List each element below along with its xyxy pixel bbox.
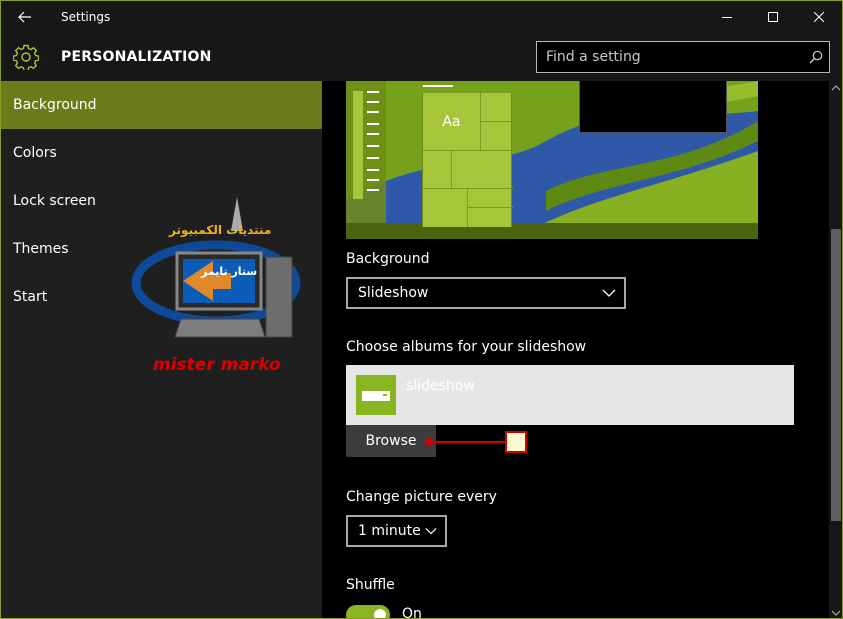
- watermark-caption: mister marko: [153, 355, 281, 375]
- scroll-thumb[interactable]: [831, 229, 841, 521]
- background-dropdown-value: Slideshow: [358, 285, 429, 301]
- interval-dropdown-value: 1 minute: [358, 523, 421, 539]
- settings-window: Settings PERSONALIZATION Backgro: [0, 0, 843, 619]
- shuffle-state: On: [402, 606, 422, 619]
- chevron-up-icon: [832, 85, 840, 91]
- album-title: slideshow: [406, 378, 475, 394]
- browse-button[interactable]: Browse: [346, 425, 436, 457]
- watermark-arabic-title: منتديات الكمبيوتر: [169, 223, 272, 237]
- albums-label: Choose albums for your slideshow: [346, 339, 587, 355]
- close-button[interactable]: [796, 1, 842, 33]
- scroll-up-button[interactable]: [829, 81, 842, 95]
- start-menu-preview: [351, 85, 379, 201]
- sidebar-item-colors[interactable]: Colors: [1, 129, 322, 177]
- minimize-button[interactable]: [704, 1, 750, 33]
- toggle-knob: [374, 609, 386, 618]
- close-icon: [814, 12, 824, 22]
- sidebar-item-label: Lock screen: [13, 193, 96, 209]
- sidebar-item-background[interactable]: Background: [1, 81, 322, 129]
- folder-icon: [362, 391, 390, 401]
- page-title: PERSONALIZATION: [61, 49, 212, 65]
- change-picture-label: Change picture every: [346, 489, 497, 505]
- maximize-icon: [768, 12, 778, 22]
- search-box[interactable]: [536, 41, 830, 73]
- page-header: PERSONALIZATION: [1, 33, 842, 81]
- shuffle-toggle[interactable]: [346, 605, 390, 618]
- watermark: منتديات الكمبيوتر ستار تايمز mister mark…: [131, 191, 301, 381]
- tile-label: Aa: [442, 113, 461, 130]
- scroll-down-button[interactable]: [829, 606, 842, 618]
- background-dropdown[interactable]: Slideshow: [346, 277, 626, 309]
- sidebar-item-label: Themes: [13, 241, 69, 257]
- annotation-dot: [425, 438, 433, 446]
- search-icon[interactable]: [803, 43, 829, 71]
- chevron-down-icon: [602, 289, 616, 297]
- chevron-down-icon: [425, 528, 437, 535]
- tiles-preview: Aa: [422, 85, 513, 227]
- watermark-arabic-subtitle: ستار تايمز: [201, 265, 258, 278]
- back-arrow-icon: [18, 11, 31, 23]
- album-card[interactable]: slideshow: [346, 365, 794, 425]
- search-input[interactable]: [537, 42, 803, 72]
- back-button[interactable]: [9, 3, 41, 31]
- gear-icon: [13, 44, 39, 70]
- sidebar-item-label: Colors: [13, 145, 57, 161]
- shuffle-label: Shuffle: [346, 577, 395, 593]
- chevron-down-icon: [832, 610, 840, 616]
- annotation-box: [505, 431, 527, 453]
- window-title: Settings: [61, 10, 111, 24]
- sidebar-item-label: Start: [13, 289, 48, 305]
- tile-aa: Aa: [423, 93, 481, 151]
- sidebar-item-label: Background: [13, 97, 97, 113]
- main-content: Aa Background Slideshow Choose albums fo…: [322, 81, 829, 619]
- annotation-line: [428, 441, 506, 443]
- minimize-icon: [722, 17, 732, 18]
- window-preview: [579, 81, 727, 133]
- background-preview: Aa: [346, 81, 758, 239]
- maximize-button[interactable]: [750, 1, 796, 33]
- background-label: Background: [346, 251, 430, 267]
- title-bar: Settings: [1, 1, 842, 33]
- album-thumbnail: [356, 375, 396, 415]
- interval-dropdown[interactable]: 1 minute: [346, 515, 447, 547]
- scrollbar[interactable]: [829, 81, 842, 618]
